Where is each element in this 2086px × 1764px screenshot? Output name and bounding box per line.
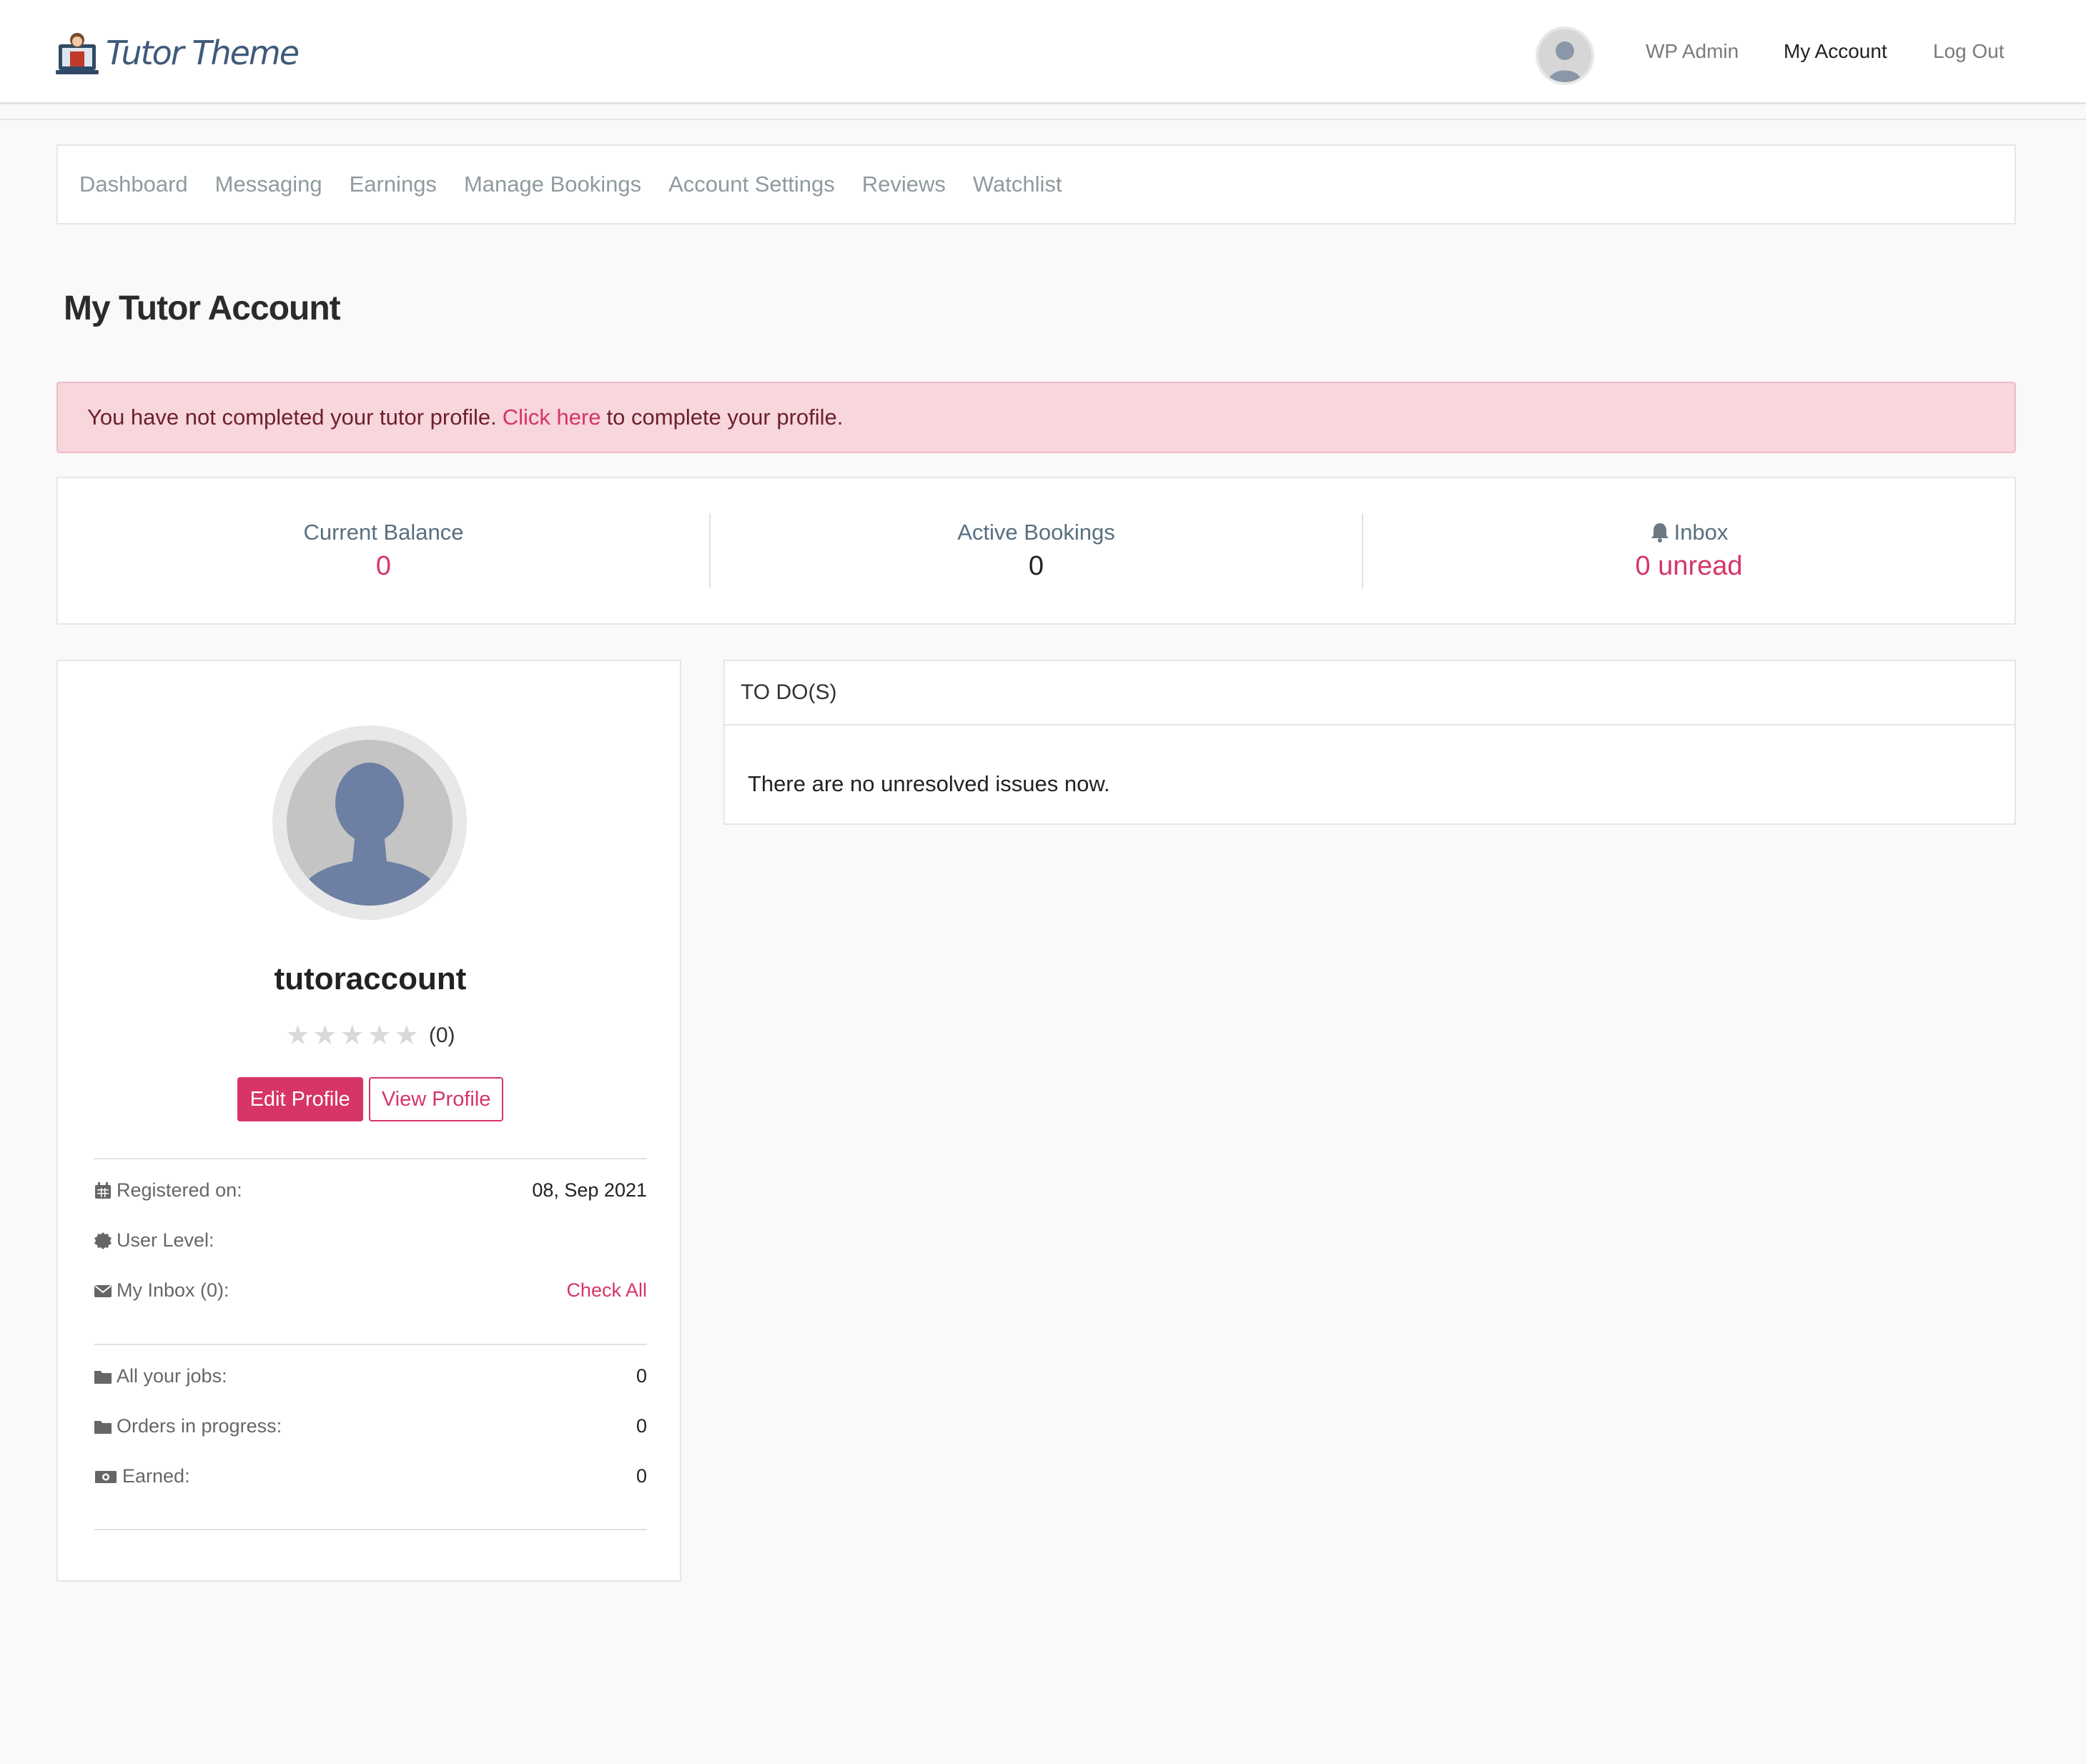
todo-title: TO DO(S)	[725, 661, 2015, 725]
earned-row: Earned: 0	[94, 1465, 647, 1487]
jobs-value: 0	[636, 1365, 647, 1387]
orders-row: Orders in progress: 0	[94, 1415, 647, 1437]
stat-label: Active Bookings	[957, 520, 1115, 545]
inbox-label: Inbox	[1674, 520, 1729, 545]
tab-manage-bookings[interactable]: Manage Bookings	[464, 172, 641, 197]
jobs-row: All your jobs: 0	[94, 1365, 647, 1387]
jobs-label: All your jobs:	[117, 1365, 227, 1387]
stat-label: Current Balance	[303, 520, 464, 545]
alert-text-before: You have not completed your tutor profil…	[87, 405, 497, 430]
user-silhouette-icon	[295, 763, 444, 906]
inbox-stat-label: Inbox	[1363, 520, 2015, 545]
earned-label-wrap: Earned:	[94, 1465, 190, 1487]
profile-card: tutoraccount ★ ★ ★ ★ ★ (0) Edit Profile …	[56, 660, 681, 1582]
my-inbox-label: My Inbox (0):	[117, 1279, 229, 1301]
money-icon	[95, 1470, 117, 1483]
log-out-link[interactable]: Log Out	[1933, 40, 2005, 63]
inbox-label-wrap: My Inbox (0):	[94, 1279, 229, 1302]
registered-label: Registered on:	[117, 1179, 242, 1201]
calendar-icon	[95, 1181, 111, 1199]
tab-earnings[interactable]: Earnings	[350, 172, 437, 197]
orders-value: 0	[636, 1415, 647, 1437]
rating-count: (0)	[428, 1024, 455, 1047]
star-icon: ★	[285, 1021, 310, 1051]
stat-inbox[interactable]: Inbox 0 unread	[1362, 513, 2015, 588]
todo-message: There are no unresolved issues now.	[748, 771, 1110, 796]
profile-avatar	[272, 725, 467, 920]
user-level-row: User Level:	[94, 1229, 647, 1252]
site-logo[interactable]: Tutor Theme	[56, 24, 300, 81]
divider	[94, 1158, 647, 1159]
user-level-label: User Level:	[117, 1229, 214, 1251]
inbox-row: My Inbox (0): Check All	[94, 1279, 647, 1302]
inbox-value[interactable]: 0 unread	[1363, 551, 2015, 582]
bell-icon	[1651, 523, 1669, 542]
stat-active-bookings: Active Bookings 0	[709, 513, 1362, 588]
tutor-logo-icon	[56, 33, 99, 74]
wp-admin-link[interactable]: WP Admin	[1646, 40, 1739, 63]
registered-label-wrap: Registered on:	[94, 1179, 242, 1201]
certificate-icon	[94, 1232, 112, 1249]
page: Tutor Theme WP Admin My Account Log Out …	[0, 0, 2086, 1764]
registered-row: Registered on: 08, Sep 2021	[94, 1179, 647, 1201]
check-all-link[interactable]: Check All	[566, 1279, 647, 1302]
rating-stars: ★ ★ ★ ★ ★	[285, 1022, 418, 1049]
tab-watchlist[interactable]: Watchlist	[973, 172, 1062, 197]
account-tabs: Dashboard Messaging Earnings Manage Book…	[56, 144, 2016, 224]
alert-text-after: to complete your profile.	[606, 405, 844, 430]
jobs-label-wrap: All your jobs:	[94, 1365, 227, 1387]
user-silhouette-icon	[1548, 41, 1581, 82]
balance-value: 0	[375, 551, 392, 581]
header-avatar[interactable]	[1536, 26, 1594, 85]
tab-account-settings[interactable]: Account Settings	[668, 172, 835, 197]
tab-dashboard[interactable]: Dashboard	[79, 172, 188, 197]
edit-profile-button[interactable]: Edit Profile	[237, 1077, 363, 1121]
complete-profile-link[interactable]: Click here	[503, 405, 601, 430]
star-icon: ★	[312, 1021, 337, 1051]
tab-messaging[interactable]: Messaging	[215, 172, 322, 197]
page-title: My Tutor Account	[64, 289, 341, 327]
orders-label: Orders in progress:	[117, 1415, 282, 1437]
view-profile-button[interactable]: View Profile	[368, 1077, 504, 1121]
my-account-link[interactable]: My Account	[1784, 40, 1887, 63]
orders-label-wrap: Orders in progress:	[94, 1415, 282, 1437]
tab-reviews[interactable]: Reviews	[862, 172, 946, 197]
registered-value: 08, Sep 2021	[532, 1179, 647, 1201]
star-icon: ★	[367, 1021, 392, 1051]
divider	[94, 1529, 647, 1530]
profile-buttons: Edit Profile View Profile	[58, 1077, 683, 1121]
envelope-icon	[94, 1284, 112, 1297]
todo-panel: TO DO(S) There are no unresolved issues …	[723, 660, 2016, 825]
folder-icon	[94, 1420, 112, 1434]
profile-username: tutoraccount	[274, 961, 467, 996]
logo-text: Tutor Theme	[106, 34, 300, 72]
folder-icon	[94, 1370, 112, 1384]
bookings-value: 0	[1028, 551, 1044, 581]
stat-current-balance: Current Balance 0	[58, 513, 709, 588]
divider	[94, 1344, 647, 1345]
user-level-label-wrap: User Level:	[94, 1229, 214, 1252]
star-icon: ★	[340, 1021, 365, 1051]
earned-value: 0	[636, 1465, 647, 1487]
star-icon: ★	[394, 1021, 419, 1051]
header-divider	[0, 119, 2086, 120]
profile-rating: ★ ★ ★ ★ ★ (0)	[58, 1022, 683, 1049]
stats-panel: Current Balance 0 Active Bookings 0 Inbo…	[56, 477, 2016, 625]
profile-incomplete-alert: You have not completed your tutor profil…	[56, 382, 2016, 453]
earned-label: Earned:	[122, 1465, 190, 1487]
site-header: Tutor Theme WP Admin My Account Log Out	[0, 0, 2086, 104]
